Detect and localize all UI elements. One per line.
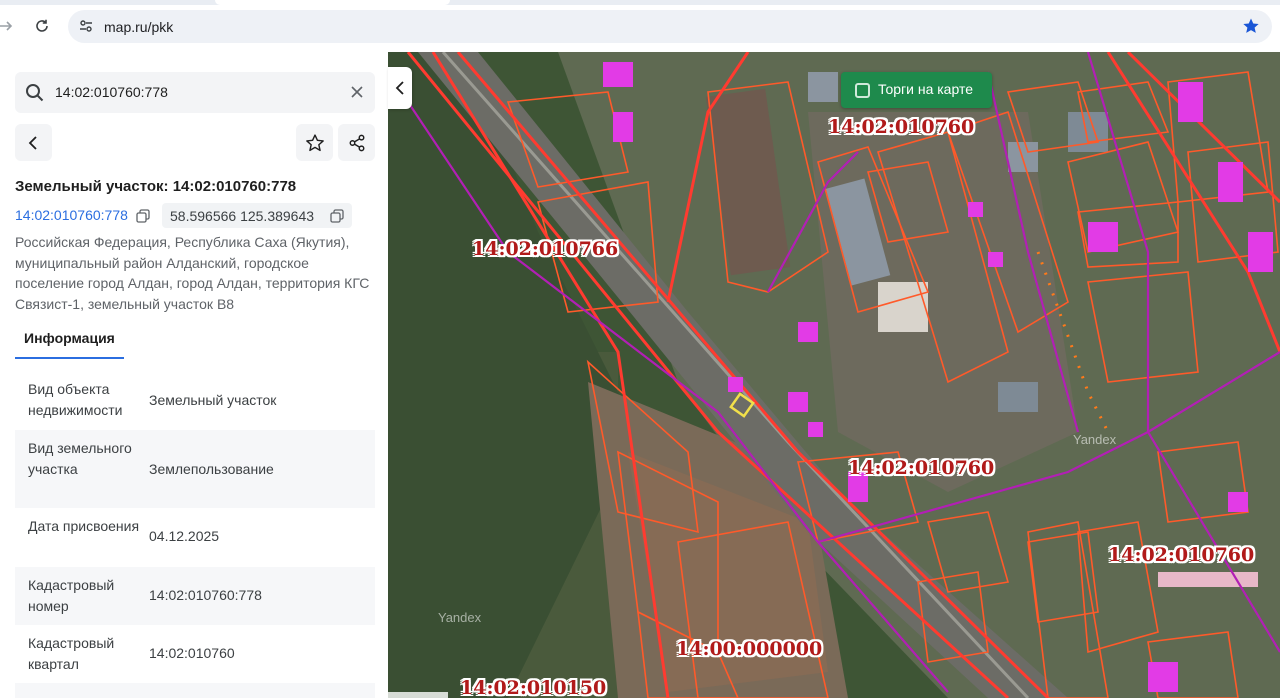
tab-bar: Информация <box>15 322 375 360</box>
favorite-button[interactable] <box>296 124 333 161</box>
map-watermark: Yandex <box>438 610 482 625</box>
forward-icon[interactable] <box>0 16 16 36</box>
search-input[interactable]: 14:02:010760:778 <box>55 84 168 100</box>
row-value: 04.12.2025 <box>149 528 220 544</box>
tab-strip <box>0 0 1280 5</box>
reload-icon[interactable] <box>32 16 52 36</box>
map-imagery <box>388 52 1280 698</box>
map-watermark: Yandex <box>1073 432 1117 447</box>
row-key: Вид земельного участка <box>28 440 132 477</box>
address-bar[interactable]: map.ru/pkk <box>68 10 1272 43</box>
search-box[interactable]: 14:02:010760:778 <box>15 72 375 113</box>
tab-information[interactable]: Информация <box>15 322 124 359</box>
search-icon <box>25 83 45 103</box>
info-table: Вид объекта недвижимости Земельный участ… <box>15 368 375 698</box>
tab-information-label: Информация <box>24 330 115 346</box>
auctions-checkbox[interactable] <box>855 83 870 98</box>
row-value: 14:02:010760 <box>149 645 235 661</box>
table-row: Дата присвоения 04.12.2025 <box>15 508 375 567</box>
cadastral-label: 14:02:010150 <box>460 677 607 698</box>
info-panel: 14:02:010760:778 Земельный участок: 14:0… <box>0 52 388 698</box>
cadastral-label: 14:02:010760 <box>848 457 995 479</box>
star-outline-icon <box>305 133 324 151</box>
table-row: Вид объекта недвижимости Земельный участ… <box>15 368 375 430</box>
browser-tab[interactable] <box>215 0 450 5</box>
bookmark-star-icon[interactable] <box>1242 17 1260 35</box>
cadastral-label: 14:02:010760 <box>1108 544 1255 566</box>
cadastral-label: 14:02:010760 <box>828 116 975 138</box>
address-text: Российская Федерация, Республика Саха (Я… <box>15 234 370 312</box>
clear-search-icon[interactable] <box>349 84 365 100</box>
table-row: Кадастровый квартал 14:02:010760 <box>15 625 375 683</box>
share-icon <box>349 134 364 151</box>
page-title: Земельный участок: 14:02:010760:778 <box>15 178 297 195</box>
row-value: Землепользование <box>149 461 274 477</box>
site-settings-icon[interactable] <box>78 18 94 34</box>
table-row: Кадастровый номер 14:02:010760:778 <box>15 567 375 625</box>
table-row: Вид земельного участка Землепользование <box>15 430 375 508</box>
chevron-left-icon <box>395 81 404 95</box>
cadastral-number-link[interactable]: 14:02:010760:778 <box>15 207 128 223</box>
cadastral-label: 14:02:010766 <box>472 238 619 260</box>
row-value: Земельный участок <box>149 392 277 408</box>
cadastral-map[interactable]: Торги на карте 14:02:010760 14:02:010766… <box>388 52 1280 698</box>
back-button[interactable] <box>15 124 52 161</box>
collapse-panel-button[interactable] <box>388 67 412 109</box>
row-key: Дата присвоения <box>28 518 140 534</box>
coordinates-badge[interactable]: 58.596566 125.389643 <box>162 203 352 228</box>
row-key: Вид объекта недвижимости <box>28 381 123 418</box>
auctions-toggle-label: Торги на карте <box>878 81 973 97</box>
auctions-toggle-button[interactable]: Торги на карте <box>841 72 992 108</box>
table-row <box>15 683 375 698</box>
row-key: Кадастровый номер <box>28 577 115 614</box>
row-key: Кадастровый квартал <box>28 635 115 672</box>
cadastral-label: 14:00:000000 <box>676 638 823 660</box>
copy-coordinates-icon[interactable] <box>330 209 344 223</box>
row-value: 14:02:010760:778 <box>149 587 262 603</box>
copy-number-icon[interactable] <box>136 209 150 223</box>
coordinates-text: 58.596566 125.389643 <box>170 208 315 224</box>
share-button[interactable] <box>338 124 375 161</box>
url-text[interactable]: map.ru/pkk <box>104 19 173 35</box>
browser-toolbar: map.ru/pkk <box>0 0 1280 52</box>
chevron-left-icon <box>28 135 37 150</box>
